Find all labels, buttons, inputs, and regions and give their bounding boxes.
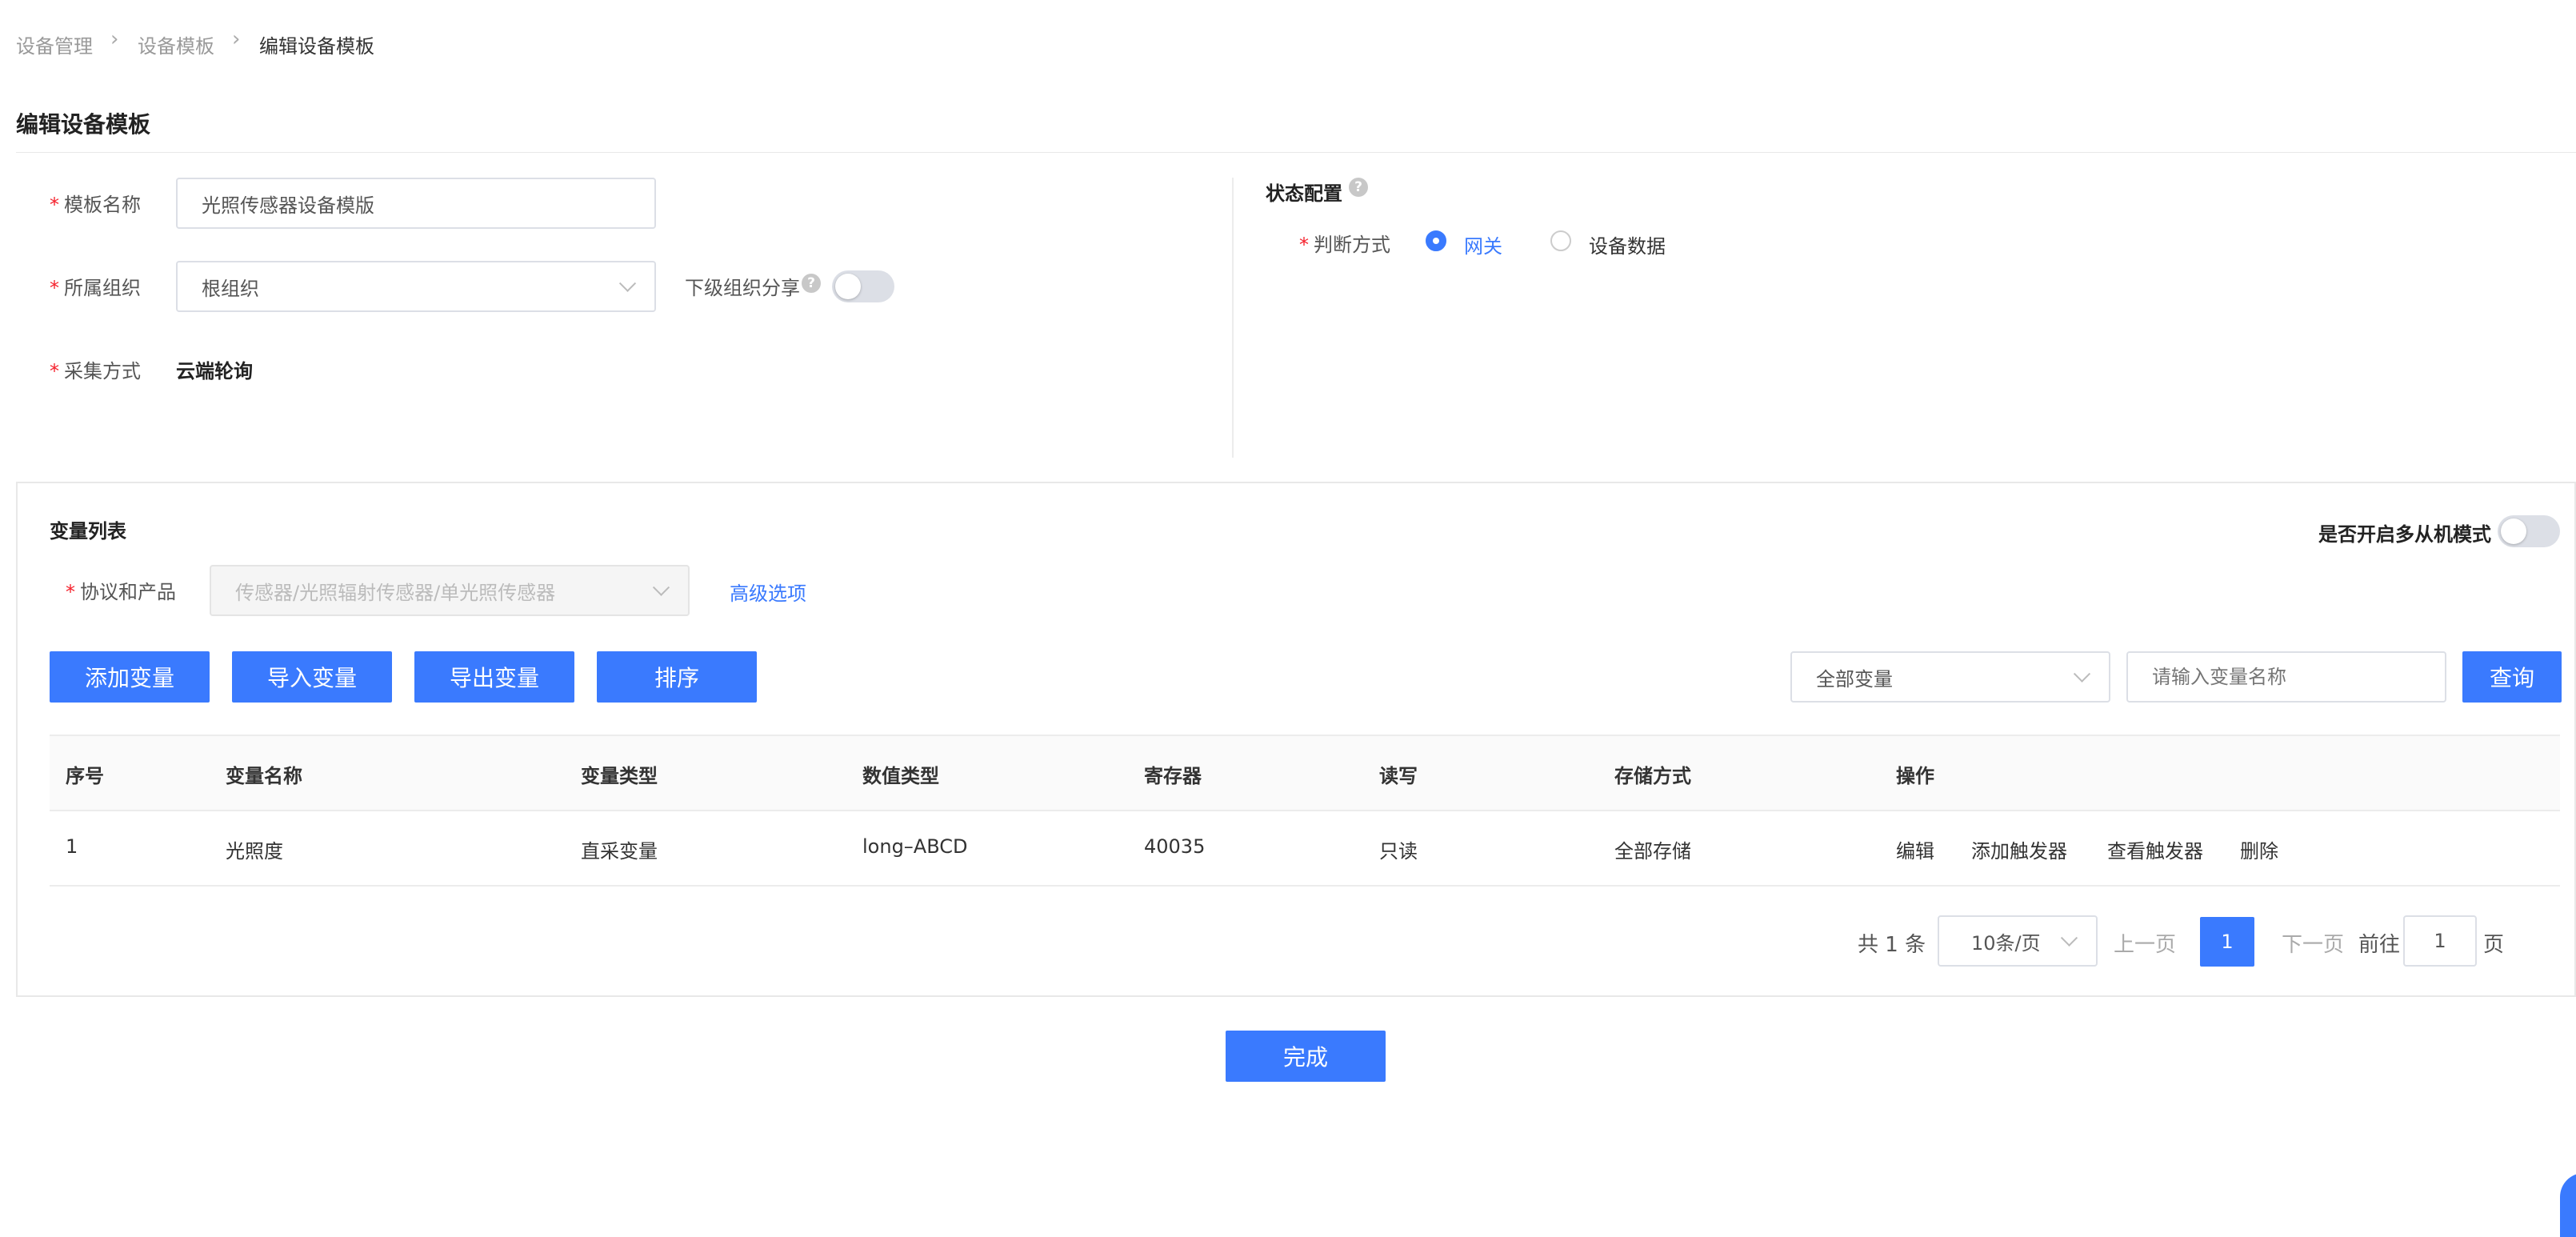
radio-gateway[interactable]	[1426, 230, 1446, 251]
cell-register: 40035	[1144, 835, 1206, 858]
column-header: 数值类型	[862, 765, 939, 787]
add-trigger-link[interactable]: 添加触发器	[1971, 835, 2067, 863]
judge-label: * 判断方式	[1299, 234, 1390, 256]
variable-search-input[interactable]	[2126, 651, 2446, 703]
page-title: 编辑设备模板	[16, 111, 151, 138]
collect-label: * 采集方式	[50, 360, 141, 382]
radio-device-data-label[interactable]: 设备数据	[1589, 230, 1666, 258]
sort-button[interactable]: 排序	[597, 651, 757, 703]
chevron-down-icon	[618, 274, 637, 292]
next-page-button[interactable]: 下一页	[2282, 928, 2344, 958]
breadcrumb-device-management[interactable]: 设备管理	[16, 30, 93, 58]
multi-slave-toggle[interactable]	[2498, 515, 2560, 547]
breadcrumb-current: 编辑设备模板	[259, 35, 374, 58]
column-header: 序号	[66, 765, 104, 787]
radio-device-data[interactable]	[1550, 230, 1571, 251]
template-name-label: * 模板名称	[50, 194, 141, 216]
chevron-right-icon: ›	[232, 27, 241, 51]
template-name-input[interactable]: 光照传感器设备模版	[176, 178, 656, 229]
prev-page-button[interactable]: 上一页	[2114, 928, 2176, 958]
column-header: 操作	[1896, 765, 1934, 787]
row-divider	[50, 885, 2560, 887]
status-config-title: 状态配置	[1266, 182, 1342, 205]
column-header: 变量名称	[226, 765, 302, 787]
cell-storage: 全部存储	[1614, 840, 1691, 863]
table-header	[50, 735, 2560, 811]
finish-button[interactable]: 完成	[1226, 1031, 1386, 1082]
org-label: * 所属组织	[50, 277, 141, 299]
page-unit-label: 页	[2483, 933, 2505, 957]
chevron-down-icon	[2060, 929, 2078, 947]
delete-link[interactable]: 删除	[2240, 835, 2278, 863]
goto-page-input[interactable]: 1	[2403, 915, 2477, 967]
divider	[16, 152, 2576, 153]
column-header: 读写	[1379, 765, 1418, 787]
column-header: 存储方式	[1614, 765, 1691, 787]
vertical-divider	[1232, 178, 1234, 458]
query-button[interactable]: 查询	[2462, 651, 2562, 703]
variable-filter-select[interactable]: 全部变量	[1790, 651, 2110, 703]
cell-var-type: 直采变量	[581, 840, 658, 863]
chevron-right-icon: ›	[110, 27, 119, 51]
multi-slave-label: 是否开启多从机模式	[2318, 523, 2491, 546]
radio-gateway-label[interactable]: 网关	[1464, 230, 1502, 258]
import-variable-button[interactable]: 导入变量	[232, 651, 392, 703]
help-icon[interactable]: ?	[802, 274, 821, 293]
org-select[interactable]: 根组织	[176, 261, 656, 312]
breadcrumb-device-template[interactable]: 设备模板	[138, 30, 214, 58]
advanced-options-link[interactable]: 高级选项	[730, 578, 806, 606]
pagination-total: 共 1 条	[1858, 933, 1926, 957]
cell-name: 光照度	[226, 840, 283, 863]
page-size-select[interactable]: 10条/页	[1938, 915, 2098, 967]
view-trigger-link[interactable]: 查看触发器	[2107, 835, 2203, 863]
protocol-select: 传感器/光照辐射传感器/单光照传感器	[210, 565, 690, 616]
cell-rw: 只读	[1379, 840, 1418, 863]
export-variable-button[interactable]: 导出变量	[414, 651, 574, 703]
share-label: 下级组织分享	[685, 277, 800, 299]
chevron-down-icon	[2073, 665, 2091, 683]
page-1-button[interactable]: 1	[2200, 917, 2254, 967]
chevron-down-icon	[652, 578, 670, 596]
protocol-label: * 协议和产品	[66, 581, 176, 603]
collect-value: 云端轮询	[176, 360, 253, 382]
cell-value-type: long–ABCD	[862, 835, 968, 858]
column-header: 寄存器	[1144, 765, 1202, 787]
share-toggle[interactable]	[832, 270, 894, 302]
goto-label: 前往	[2358, 933, 2401, 957]
cell-index: 1	[66, 835, 78, 858]
help-icon[interactable]: ?	[1349, 178, 1368, 197]
floating-assistant-button[interactable]	[2560, 1173, 2576, 1237]
variables-title: 变量列表	[50, 520, 126, 542]
column-header: 变量类型	[581, 765, 658, 787]
add-variable-button[interactable]: 添加变量	[50, 651, 210, 703]
edit-link[interactable]: 编辑	[1896, 835, 1934, 863]
